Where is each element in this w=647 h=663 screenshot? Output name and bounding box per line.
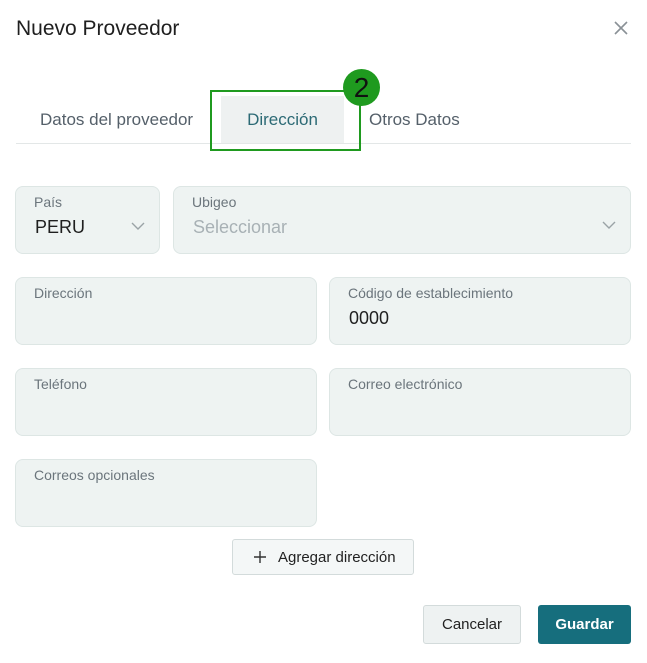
ubigeo-select[interactable]: Ubigeo Seleccionar — [173, 186, 631, 254]
dialog-title: Nuevo Proveedor — [16, 17, 180, 40]
add-address-label: Agregar dirección — [278, 549, 396, 566]
country-value: PERU — [35, 217, 86, 237]
phone-label: Teléfono — [34, 376, 87, 392]
address-label: Dirección — [34, 285, 93, 301]
address-field[interactable]: Dirección — [15, 277, 317, 345]
close-icon[interactable] — [610, 17, 632, 39]
tab-address[interactable]: Dirección — [221, 96, 344, 143]
phone-field[interactable]: Teléfono — [15, 368, 317, 436]
chevron-down-icon — [602, 221, 616, 229]
ubigeo-label: Ubigeo — [192, 194, 237, 210]
establishment-code-field[interactable]: Código de establecimiento 0000 — [329, 277, 631, 345]
tab-bar: Datos del proveedor Dirección Otros Dato… — [16, 96, 631, 144]
country-label: País — [34, 194, 63, 210]
cancel-button[interactable]: Cancelar — [423, 605, 521, 644]
establishment-code-value: 0000 — [349, 308, 390, 328]
tab-other-data[interactable]: Otros Datos — [355, 96, 474, 143]
save-button[interactable]: Guardar — [538, 605, 631, 644]
tab-supplier-data[interactable]: Datos del proveedor — [26, 96, 207, 143]
optional-emails-label: Correos opcionales — [34, 467, 155, 483]
annotation-step-badge: 2 — [343, 69, 380, 106]
new-supplier-dialog: Nuevo Proveedor Datos del proveedor Dire… — [0, 0, 647, 663]
country-select[interactable]: País PERU — [15, 186, 160, 254]
chevron-down-icon — [131, 222, 145, 230]
ubigeo-placeholder: Seleccionar — [193, 217, 288, 237]
add-address-button[interactable]: Agregar dirección — [232, 539, 414, 575]
establishment-code-label: Código de establecimiento — [348, 285, 513, 301]
email-label: Correo electrónico — [348, 376, 463, 392]
email-field[interactable]: Correo electrónico — [329, 368, 631, 436]
optional-emails-field[interactable]: Correos opcionales — [15, 459, 317, 527]
plus-icon — [254, 551, 266, 563]
